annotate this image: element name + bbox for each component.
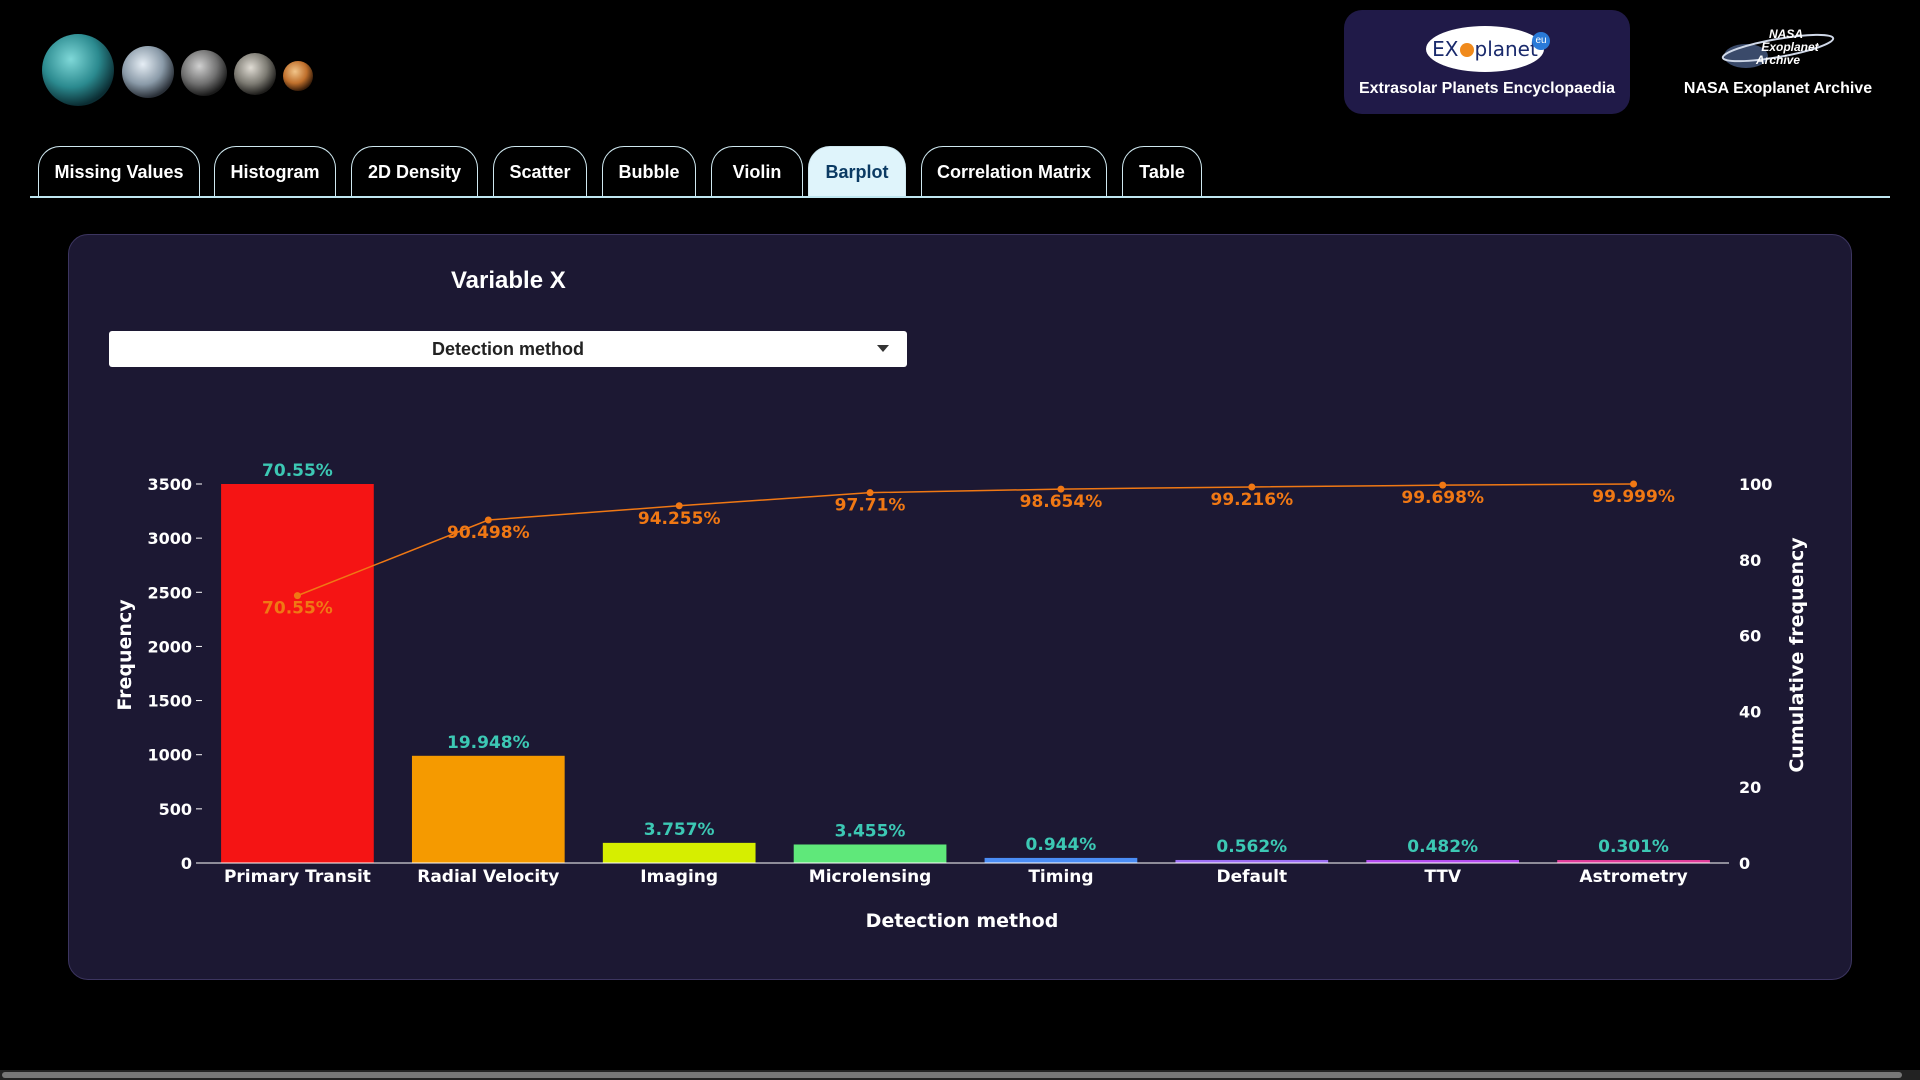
tabs-divider bbox=[30, 196, 1890, 198]
y-tick-label: 500 bbox=[159, 800, 192, 819]
bar-percent-label: 3.757% bbox=[644, 820, 715, 840]
y2-tick-label: 100 bbox=[1739, 475, 1772, 494]
x-tick-label: Primary Transit bbox=[224, 867, 371, 887]
x-tick-label: Microlensing bbox=[809, 867, 932, 887]
cumulative-label: 99.216% bbox=[1210, 490, 1293, 510]
barplot-chart: 70.55% 19.948% 3.757% 3.455% 0.944% 0.562% 0.4… bbox=[114, 461, 1808, 932]
x-axis-title: Detection method bbox=[866, 910, 1059, 932]
y2-tick-label: 60 bbox=[1739, 627, 1761, 646]
svg-text:Archive: Archive bbox=[1755, 53, 1800, 67]
y2-tick-label: 80 bbox=[1739, 551, 1761, 570]
bar-percent-label: 70.55% bbox=[262, 461, 333, 481]
cumulative-line-group: 70.55% 90.498% 94.255% 97.71% 98.654% 99.216%… bbox=[262, 480, 1675, 619]
cumulative-label: 70.55% bbox=[262, 599, 333, 619]
exoplanet-logo: EX planet bbox=[1426, 26, 1544, 72]
horizontal-scrollbar[interactable] bbox=[0, 1070, 1920, 1080]
planets-banner-image bbox=[42, 34, 313, 106]
tab-correlation-matrix[interactable]: Correlation Matrix bbox=[921, 146, 1107, 197]
y-tick-label: 3500 bbox=[147, 475, 192, 494]
tab-missing-values[interactable]: Missing Values bbox=[38, 146, 200, 197]
y-tick-label: 2000 bbox=[147, 637, 192, 656]
barplot-panel: Variable X Detection method 70.55% 19.948… bbox=[68, 234, 1852, 980]
y2-axis-title: Cumulative frequency bbox=[1786, 537, 1808, 773]
tab-scatter[interactable]: Scatter bbox=[493, 146, 587, 197]
y2-tick-label: 20 bbox=[1739, 778, 1761, 797]
tab-bubble[interactable]: Bubble bbox=[602, 146, 696, 197]
tab-violin[interactable]: Violin bbox=[711, 146, 803, 197]
bar-percent-label: 19.948% bbox=[447, 733, 530, 753]
y-tick-label: 0 bbox=[181, 854, 192, 873]
y2-tick-label: 40 bbox=[1739, 702, 1761, 721]
cumulative-label: 99.698% bbox=[1401, 488, 1484, 508]
x-tick-label: Default bbox=[1217, 867, 1288, 887]
exoplanet-logo-badge: eu bbox=[1532, 32, 1550, 50]
cumulative-label: 97.71% bbox=[835, 496, 906, 516]
y-tick-label: 1500 bbox=[147, 692, 192, 711]
bar bbox=[602, 842, 756, 863]
bar-percent-label: 0.562% bbox=[1216, 837, 1287, 857]
bar-percent-label: 3.455% bbox=[835, 821, 906, 841]
x-tick-label: TTV bbox=[1424, 867, 1462, 887]
y2-tick-label: 0 bbox=[1739, 854, 1750, 873]
bar bbox=[411, 755, 565, 863]
bars-group bbox=[221, 484, 1710, 863]
bar bbox=[793, 844, 947, 863]
svg-text:NASA: NASA bbox=[1769, 27, 1803, 41]
y-axis-right-group: 0 20 40 60 80 100 bbox=[1739, 475, 1772, 873]
tab-table[interactable]: Table bbox=[1122, 146, 1202, 197]
tab-2d-density[interactable]: 2D Density bbox=[351, 146, 478, 197]
nasa-caption: NASA Exoplanet Archive bbox=[1683, 80, 1873, 97]
y-axis-left-group: 0 500 1000 1500 2000 2500 3000 3500 bbox=[147, 475, 202, 873]
y-tick-label: 3000 bbox=[147, 529, 192, 548]
x-tick-label: Imaging bbox=[640, 867, 718, 887]
bar-percent-label: 0.944% bbox=[1026, 835, 1097, 855]
nasa-exoplanet-archive-link[interactable]: NASA Exoplanet Archive NASA Exoplanet Ar… bbox=[1660, 20, 1896, 110]
cumulative-label: 90.498% bbox=[447, 523, 530, 543]
nasa-archive-logo: NASA Exoplanet Archive bbox=[1721, 27, 1835, 68]
bar-percent-label: 0.301% bbox=[1598, 837, 1669, 857]
exoplanet-caption: Extrasolar Planets Encyclopaedia bbox=[1358, 80, 1616, 97]
x-tick-label: Timing bbox=[1028, 867, 1093, 887]
bar bbox=[221, 484, 374, 863]
bar bbox=[984, 857, 1138, 863]
y-tick-label: 1000 bbox=[147, 746, 192, 765]
y-tick-label: 2500 bbox=[147, 583, 192, 602]
x-axis-group: Primary Transit Radial Velocity Imaging Mic… bbox=[202, 862, 1729, 887]
y-axis-title: Frequency bbox=[114, 599, 136, 711]
tab-histogram[interactable]: Histogram bbox=[214, 146, 336, 197]
x-tick-label: Astrometry bbox=[1579, 867, 1687, 887]
cumulative-label: 94.255% bbox=[638, 509, 721, 529]
bar-percent-label: 0.482% bbox=[1407, 837, 1478, 857]
svg-text:Exoplanet: Exoplanet bbox=[1761, 40, 1819, 54]
x-tick-label: Radial Velocity bbox=[417, 867, 559, 887]
tab-barplot[interactable]: Barplot bbox=[808, 146, 906, 197]
exoplanet-encyclopaedia-link[interactable]: EX planet eu Extrasolar Planets Encyclopa… bbox=[1344, 10, 1630, 114]
scrollbar-thumb[interactable] bbox=[2, 1072, 1902, 1078]
cumulative-label: 99.999% bbox=[1592, 487, 1675, 507]
cumulative-label: 98.654% bbox=[1020, 492, 1103, 512]
